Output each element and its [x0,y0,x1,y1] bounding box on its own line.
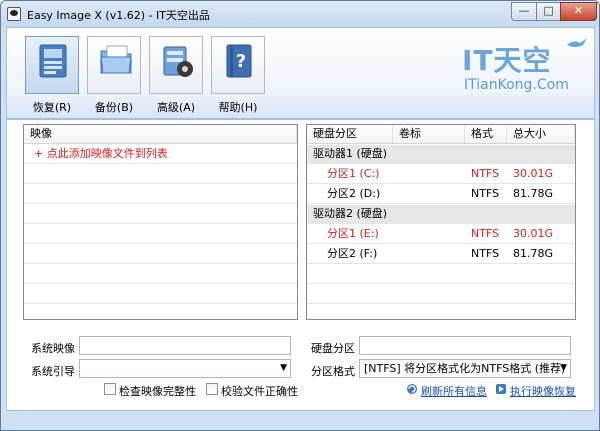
advanced-button[interactable] [149,36,203,94]
logo-sub-text: ITianKong.Com [464,77,569,93]
check-files-checkbox[interactable] [206,383,218,395]
bird-icon [567,38,587,47]
column-header-label[interactable]: 卷标 [393,125,465,144]
status-bar [1,411,599,430]
app-icon [7,7,21,21]
check-image-label[interactable]: 检查映像完整性 [119,383,196,399]
list-item[interactable]: + 点此添加映像文件到列表 [24,145,297,164]
list-item [24,285,297,304]
partition-size: 30.01G [513,167,554,180]
partition-format-value: [NTFS] 将分区格式化为NTFS格式 (推荐) [364,362,566,375]
column-header-size[interactable]: 总大小 [507,125,575,144]
restore-button[interactable] [25,36,79,94]
partition-size: 81.78G [513,247,554,260]
partition-list-panel[interactable]: 硬盘分区 卷标 格式 总大小 驱动器1 (硬盘) 分区1 (C:) NTFS 3… [306,124,576,320]
partition-row[interactable]: 分区1 (E:) NTFS 30.01G [307,225,575,244]
drive-row-2[interactable]: 驱动器2 (硬盘) [307,205,575,224]
system-boot-label: 系统引导 [31,365,75,378]
partition-fs: NTFS [471,167,500,180]
window-title: Easy Image X (v1.62) - IT天空出品 [27,9,210,22]
logo-main-text: IT天空 [462,44,552,77]
column-header-format[interactable]: 格式 [465,125,507,144]
partition-name: 分区2 (D:) [327,187,381,200]
restore-icon [39,44,67,78]
drive-row-1[interactable]: 驱动器1 (硬盘) [307,145,575,164]
main-window: Easy Image X (v1.62) - IT天空出品 — □ ✕ 恢复(R… [0,0,600,431]
title-bar: Easy Image X (v1.62) - IT天空出品 — □ ✕ [1,1,599,27]
system-image-label: 系统映像 [31,342,75,355]
partition-size: 81.78G [513,187,554,200]
check-files-label[interactable]: 校验文件正确性 [221,383,298,399]
execute-restore-link[interactable]: 执行映像恢复 [510,383,576,399]
list-item [307,285,575,304]
partition-format-label: 分区格式 [311,365,355,378]
list-item [24,185,297,204]
maximize-button[interactable]: □ [536,2,561,21]
advanced-label: 高级(A) [156,101,196,114]
list-item [24,205,297,224]
partition-row[interactable]: 分区2 (F:) NTFS 81.78G [307,245,575,264]
partition-name: 分区2 (F:) [327,247,378,260]
svg-text:?: ? [236,51,246,72]
backup-folder-icon [100,45,132,74]
partition-name: 分区1 (C:) [327,167,380,180]
drive-name: 驱动器2 (硬盘) [313,207,388,220]
help-book-icon: ? [226,44,252,78]
drive-name: 驱动器1 (硬盘) [313,147,388,160]
system-image-input[interactable] [79,336,291,355]
partition-size: 30.01G [513,227,554,240]
refresh-icon [407,384,417,394]
list-item [24,265,297,284]
list-item [24,225,297,244]
list-item [24,165,297,184]
help-label: 帮助(H) [218,101,258,114]
system-boot-select[interactable]: ▼ [79,359,291,378]
partition-fs: NTFS [471,247,500,260]
image-list-panel[interactable]: 映像 + 点此添加映像文件到列表 [23,124,298,320]
column-header-partition[interactable]: 硬盘分区 [307,125,393,144]
disk-partition-input[interactable] [359,336,571,355]
partition-row[interactable]: 分区2 (D:) NTFS 81.78G [307,185,575,204]
chevron-down-icon: ▼ [280,363,287,373]
backup-button[interactable] [87,36,141,94]
it-tiankong-logo: IT天空 ITianKong.Com [456,37,591,103]
advanced-gear-icon [163,46,193,77]
chevron-down-icon: ▼ [560,363,567,373]
execute-icon [496,384,506,394]
image-list-header[interactable]: 映像 [24,125,297,144]
help-button[interactable]: ? [211,36,265,94]
backup-label: 备份(B) [94,101,134,114]
refresh-all-link[interactable]: 刷新所有信息 [421,383,487,399]
partition-name: 分区1 (E:) [327,227,379,240]
partition-format-select[interactable]: [NTFS] 将分区格式化为NTFS格式 (推荐) ▼ [359,359,571,378]
restore-label: 恢复(R) [32,101,72,114]
partition-row[interactable]: 分区1 (C:) NTFS 30.01G [307,165,575,184]
partition-fs: NTFS [471,187,500,200]
minimize-button[interactable]: — [511,2,537,21]
list-item [307,265,575,284]
close-button[interactable]: ✕ [560,2,597,21]
add-image-link[interactable]: + 点此添加映像文件到列表 [34,145,168,164]
disk-partition-label: 硬盘分区 [311,342,355,355]
partition-fs: NTFS [471,227,500,240]
check-image-checkbox[interactable] [104,383,116,395]
list-item [24,245,297,264]
